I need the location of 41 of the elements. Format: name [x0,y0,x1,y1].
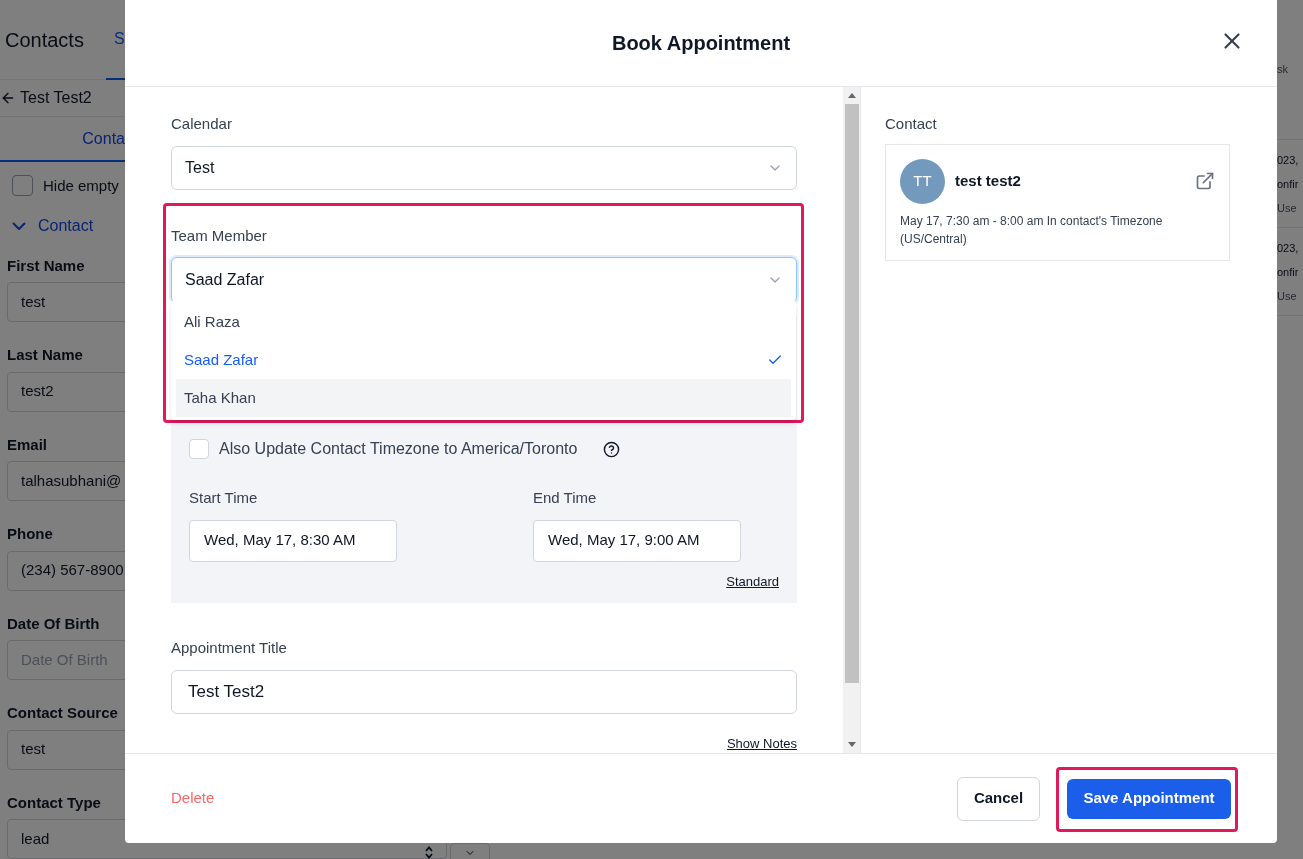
field-label: Date Of Birth [7,613,101,634]
field-label: Contact Type [7,792,102,813]
team-member-select[interactable]: Saad Zafar [171,257,797,303]
dropdown-option[interactable]: Saad Zafar [176,341,791,379]
field-label: Email [7,434,49,455]
field-label: Last Name [7,345,84,365]
row-user: Use [1277,288,1298,304]
save-button[interactable]: Save Appointment [1067,778,1231,819]
avatar: TT [900,158,945,204]
field-label: End Time [533,488,598,508]
row-date: 023, [1277,240,1300,256]
field-label: Phone [7,524,54,544]
field-label: Appointment Title [171,638,288,658]
row-status: onfir [1277,176,1300,192]
timezone-label: Also Update Contact Timezone to America/Toronto [219,439,578,459]
field-label: Calendar [171,114,233,134]
time-field[interactable]: Wed, May 17, 9:00 AM [533,519,741,562]
title-field[interactable]: Test Test2 [171,669,797,714]
appointment-details: May 17, 7:30 am - 8:00 am In contact's Timezone (US/Central) [900,212,1164,248]
show-notes-link[interactable]: Show Notes [726,733,797,753]
dropdown-option[interactable]: Taha Khan [176,379,791,417]
field-label: Start Time [189,488,259,508]
dialog-title: Book Appointment [611,31,791,56]
detail-tab[interactable]: Conta [82,126,125,151]
field-label: Contact [885,114,938,134]
cancel-button[interactable]: Cancel [957,776,1040,821]
field-label: First Name [7,255,86,276]
hide-empty-label: Hide empty [43,175,119,196]
row-date: 023, [1277,152,1300,168]
page-title: Contacts [5,27,84,53]
contact-name: test test2 [955,170,1022,191]
dropdown-option[interactable]: Ali Raza [176,303,791,341]
field-label: Team Member [171,225,268,246]
column-header: sk [1277,62,1288,78]
standard-link[interactable]: Standard [726,571,779,591]
time-field[interactable]: Wed, May 17, 8:30 AM [189,519,397,562]
row-status: onfir [1277,264,1300,280]
field-label: Contact Source [7,703,119,723]
row-user: Use [1277,200,1298,216]
calendar-select[interactable]: Test [171,145,797,190]
section-toggle[interactable]: Contact [0,209,125,243]
